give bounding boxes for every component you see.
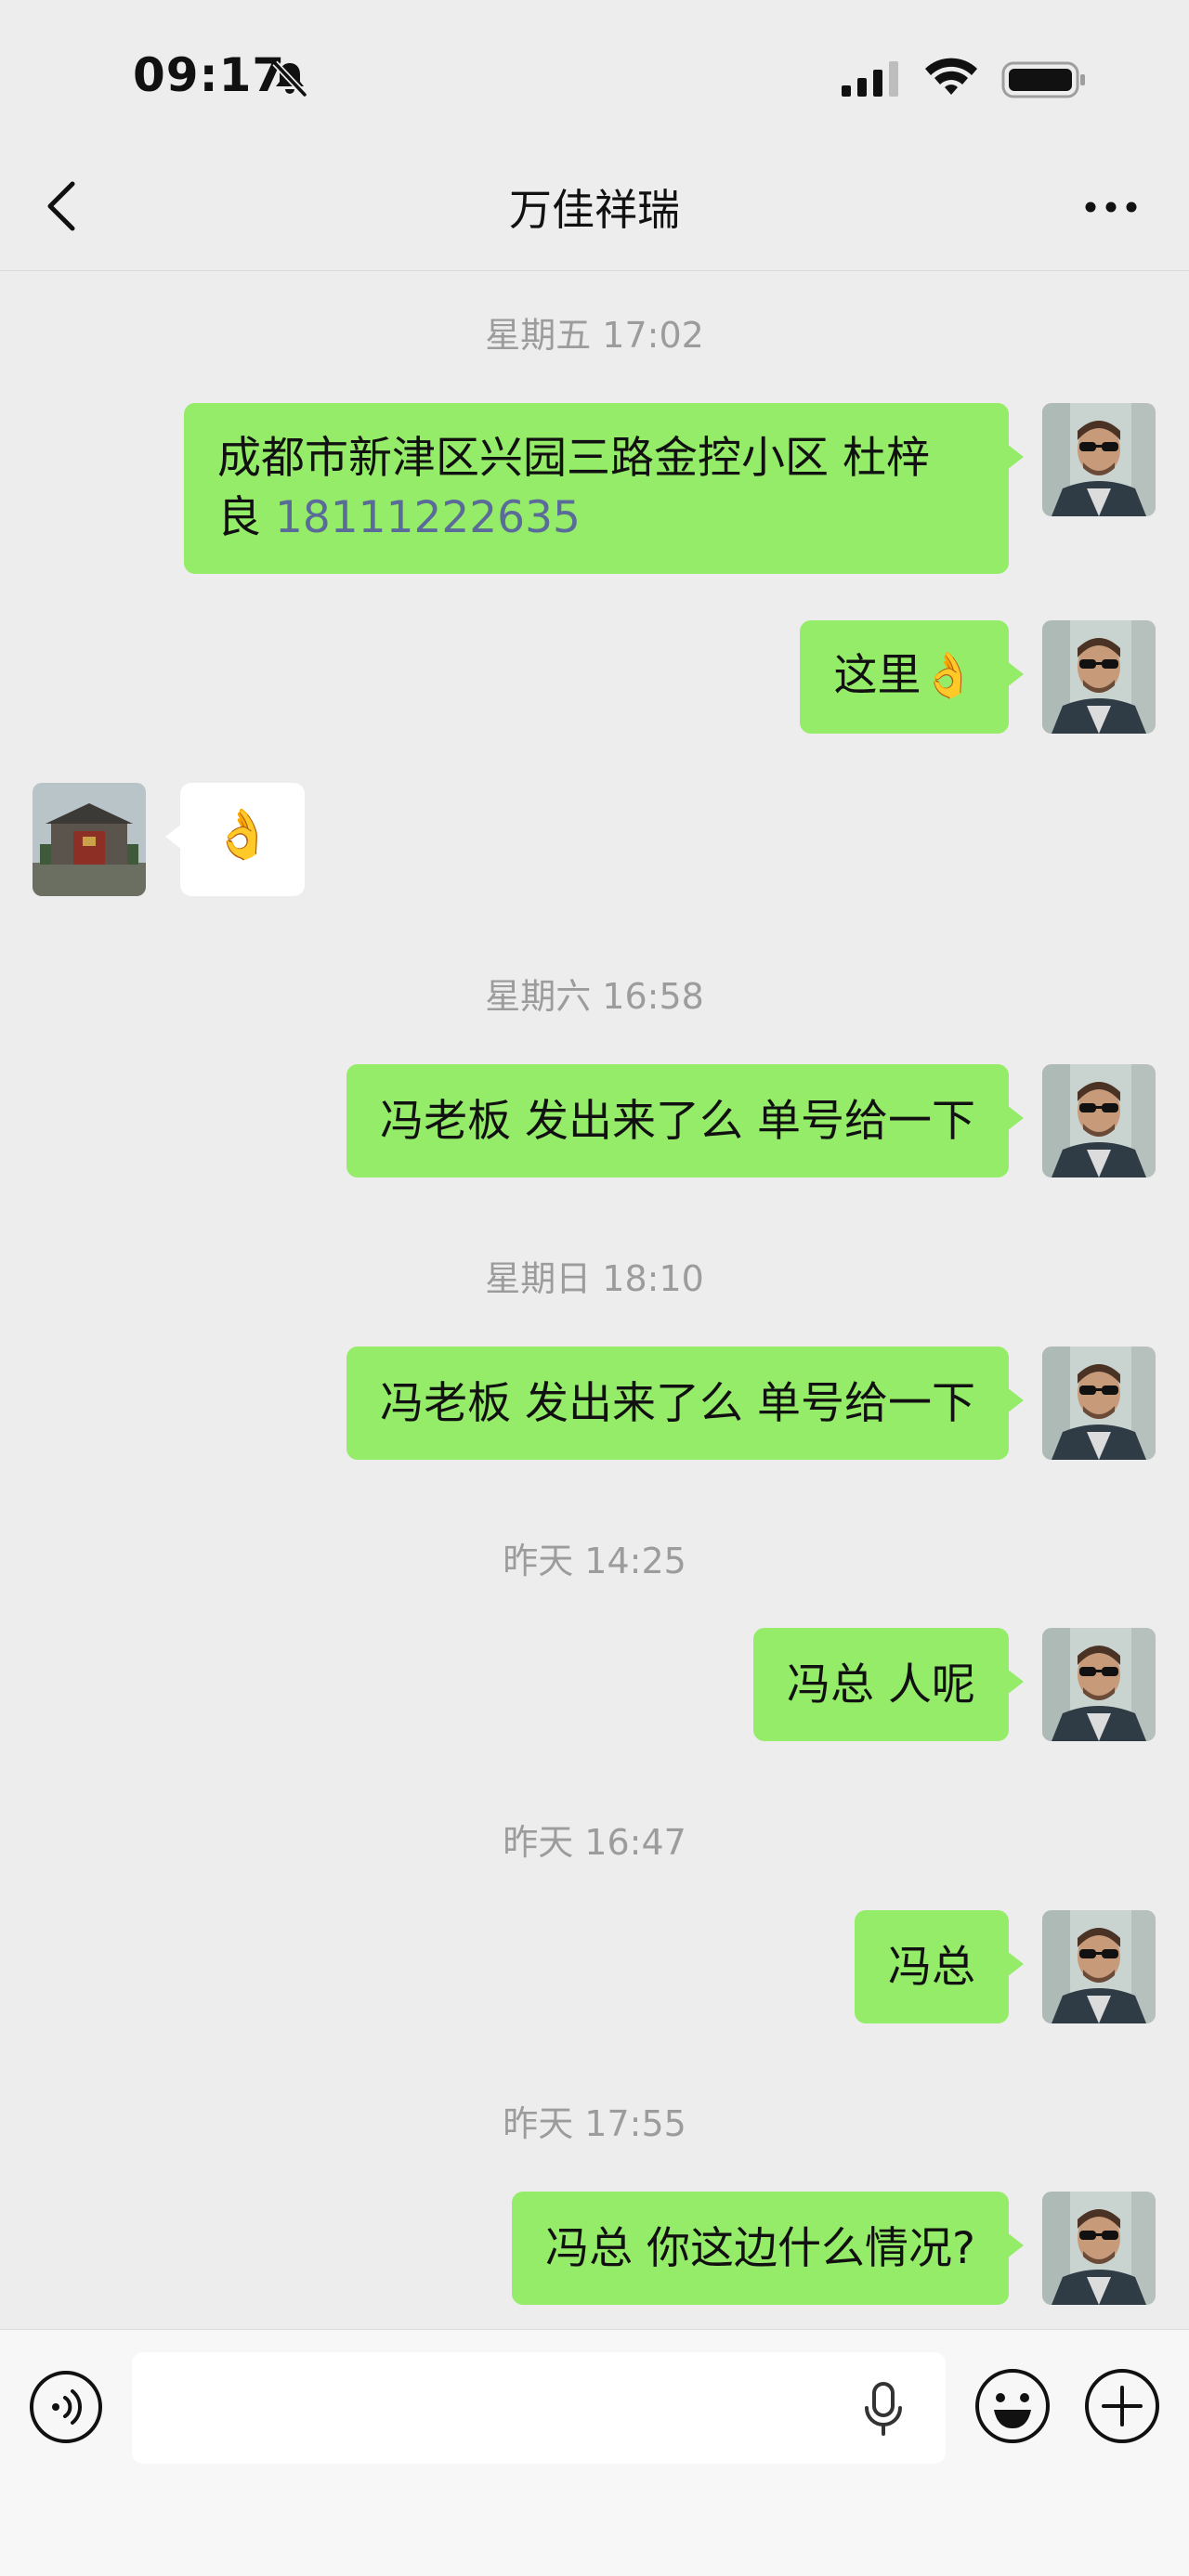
emoji-button[interactable] <box>973 2367 1052 2445</box>
message-bubble[interactable]: 这里👌 <box>800 620 1024 734</box>
message-bubble[interactable]: 冯老板 发出来了么 单号给一下 <box>346 1347 1024 1460</box>
timestamp: 昨天 17:55 <box>503 2103 686 2144</box>
status-time: 09:17 <box>133 48 286 102</box>
signal-icon <box>842 61 898 97</box>
message-text: 成都市新津区兴园三路金控小区 杜梓 <box>217 433 930 484</box>
message-text: 这里 <box>833 650 921 701</box>
message-input[interactable] <box>132 2352 946 2464</box>
message-text: 冯总 <box>888 1942 975 1993</box>
message-text: 冯总 人呢 <box>787 1659 975 1711</box>
message-bubble[interactable]: 👌 <box>165 783 305 896</box>
bell-muted-icon <box>272 60 307 98</box>
message-text: 冯老板 发出来了么 单号给一下 <box>380 1378 975 1429</box>
battery-icon <box>1001 61 1085 98</box>
message-text: 冯老板 发出来了么 单号给一下 <box>380 1096 975 1147</box>
timestamp: 昨天 14:25 <box>503 1541 686 1581</box>
more-functions-button[interactable] <box>1083 2367 1161 2445</box>
input-bar <box>0 2329 1189 2576</box>
timestamp: 星期五 17:02 <box>485 315 704 356</box>
my-avatar[interactable] <box>1042 2192 1156 2305</box>
more-options-icon[interactable] <box>1081 193 1141 221</box>
my-avatar[interactable] <box>1042 1064 1156 1177</box>
chat-screen: 09:17 万佳祥瑞 星期五 17:02 成都市新津区兴园三路金控小区 杜梓 良… <box>0 0 1189 2576</box>
microphone-icon[interactable] <box>860 2380 907 2438</box>
ok-hand-emoji: 👌 <box>921 650 975 701</box>
message-bubble[interactable]: 冯总 你这边什么情况? <box>512 2192 1024 2305</box>
nav-bar: 万佳祥瑞 <box>0 139 1189 271</box>
message-bubble[interactable]: 冯总 人呢 <box>753 1628 1024 1741</box>
status-bar: 09:17 <box>0 0 1189 139</box>
message-text: 冯总 你这边什么情况? <box>545 2223 975 2274</box>
message-bubble[interactable]: 成都市新津区兴园三路金控小区 杜梓 良 18111222635 <box>184 403 1024 574</box>
message-text-line2: 良 <box>217 492 275 543</box>
ok-hand-emoji: 👌 <box>212 807 273 863</box>
timestamp: 昨天 16:47 <box>503 1822 686 1863</box>
my-avatar[interactable] <box>1042 403 1156 516</box>
wifi-icon <box>925 58 977 95</box>
message-bubble[interactable]: 冯总 <box>855 1910 1024 2023</box>
message-bubble[interactable]: 冯老板 发出来了么 单号给一下 <box>346 1064 1024 1177</box>
voice-input-button[interactable] <box>28 2369 104 2445</box>
timestamp: 星期六 16:58 <box>485 976 704 1017</box>
my-avatar[interactable] <box>1042 1910 1156 2023</box>
my-avatar[interactable] <box>1042 620 1156 734</box>
my-avatar[interactable] <box>1042 1347 1156 1460</box>
my-avatar[interactable] <box>1042 1628 1156 1741</box>
contact-avatar[interactable] <box>33 783 146 896</box>
chat-title: 万佳祥瑞 <box>509 185 680 235</box>
phone-number-link[interactable]: 18111222635 <box>275 492 581 543</box>
timestamp: 星期日 18:10 <box>485 1258 704 1299</box>
